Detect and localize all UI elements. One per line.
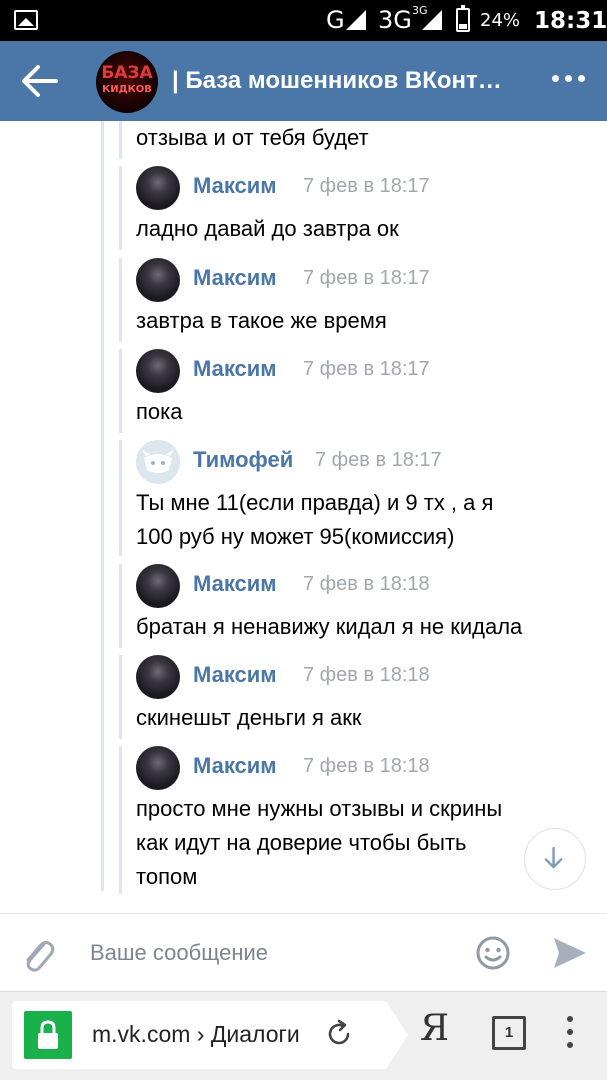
message-text: просто мне нужны отзывы и скрины как иду…	[136, 792, 502, 894]
avatar[interactable]	[136, 564, 180, 608]
status-bar: G 3G 3G 24% 18:31	[0, 0, 607, 41]
clock: 18:31	[534, 8, 607, 34]
message-author[interactable]: Максим	[193, 662, 277, 688]
message-text-line: как идут на доверие чтобы быть	[136, 830, 467, 855]
message-time: 7 фев в 18:18	[303, 573, 430, 595]
send-icon[interactable]	[550, 936, 588, 970]
message-author[interactable]: Максим	[193, 356, 277, 382]
message-author[interactable]: Максим	[193, 753, 277, 779]
message-item: Максим 7 фев в 18:18 скинешьт деньги я а…	[119, 655, 599, 739]
message-time: 7 фев в 18:18	[303, 755, 430, 777]
message-text: пока	[136, 399, 183, 424]
browser-bar: m.vk.com › Диалоги Я 1	[0, 991, 607, 1080]
message-input[interactable]	[90, 936, 450, 970]
back-arrow-icon[interactable]	[20, 63, 60, 99]
message-item: Максим 7 фев в 18:18 братан я ненавижу к…	[119, 564, 599, 648]
chat-title[interactable]: | База мошенников ВКонт…	[172, 67, 502, 95]
message-text: скинешьт деньги я акк	[136, 705, 362, 730]
avatar[interactable]	[136, 349, 180, 393]
avatar-text-top: БАЗА	[101, 63, 153, 83]
message-author[interactable]: Тимофей	[193, 447, 293, 473]
emoji-icon[interactable]	[474, 934, 512, 972]
avatar[interactable]	[136, 166, 180, 210]
battery-icon	[456, 5, 470, 32]
message-list[interactable]: отзыва и от тебя будет Максим 7 фев в 18…	[0, 121, 607, 913]
message-item: Максим 7 фев в 18:17 завтра в такое же в…	[119, 258, 599, 342]
message-text: братан я ненавижу кидал я не кидала	[136, 614, 523, 639]
avatar[interactable]	[136, 655, 180, 699]
message-author[interactable]: Максим	[193, 571, 277, 597]
group-avatar[interactable]: БАЗА КИДКОВ	[96, 51, 158, 113]
avatar[interactable]	[136, 746, 180, 790]
signal-icon	[346, 10, 366, 30]
more-options-icon[interactable]	[552, 73, 586, 87]
message-time: 7 фев в 18:17	[303, 175, 430, 197]
yandex-icon[interactable]: Я	[420, 1008, 449, 1049]
url-text[interactable]: m.vk.com › Диалоги	[92, 1021, 312, 1048]
message-time: 7 фев в 18:17	[303, 358, 430, 380]
message-author[interactable]: Максим	[193, 265, 277, 291]
message-item: Максим 7 фев в 18:17 пока	[119, 349, 599, 433]
avatar-text-bottom: КИДКОВ	[102, 84, 152, 95]
avatar[interactable]	[136, 440, 180, 484]
tabs-counter-button[interactable]: 1	[492, 1016, 526, 1050]
signal-icon-2	[422, 10, 442, 30]
network-type: G	[326, 6, 345, 34]
arrow-down-icon	[544, 846, 563, 869]
message-item: Тимофей 7 фев в 18:17 Ты мне 11(если пра…	[119, 440, 599, 556]
message-text: Ты мне 11(если правда) и 9 тх , а я 100 …	[136, 486, 493, 554]
message-composer	[0, 913, 607, 991]
lock-icon	[24, 1011, 72, 1059]
message-item: Максим 7 фев в 18:17 ладно давай до завт…	[119, 166, 599, 250]
message-time: 7 фев в 18:17	[303, 267, 430, 289]
message-text: завтра в такое же время	[136, 308, 387, 333]
battery-percent: 24%	[480, 10, 521, 31]
forward-thread-line	[101, 121, 104, 891]
message-text-line: Ты мне 11(если правда) и 9 тх , а я	[136, 490, 494, 515]
avatar[interactable]	[136, 258, 180, 302]
message-text: отзыва и от тебя будет	[136, 125, 369, 150]
message-fragment: отзыва и от тебя будет	[119, 121, 599, 159]
image-notification-icon	[14, 10, 38, 30]
address-bar[interactable]: m.vk.com › Диалоги	[12, 1001, 408, 1069]
message-text-line: просто мне нужны отзывы и скрины	[136, 796, 503, 821]
message-author[interactable]: Максим	[193, 173, 277, 199]
message-time: 7 фев в 18:17	[315, 449, 442, 471]
reload-icon[interactable]	[324, 1019, 354, 1049]
message-text-line: топом	[136, 864, 198, 889]
message-text-line: 100 руб ну может 95(комиссия)	[136, 524, 455, 549]
app-header: БАЗА КИДКОВ | База мошенников ВКонт…	[0, 41, 607, 121]
message-text: ладно давай до завтра ок	[136, 216, 399, 241]
attach-icon[interactable]	[20, 934, 56, 974]
scroll-down-button[interactable]	[524, 828, 586, 890]
browser-menu-icon[interactable]	[566, 1016, 576, 1056]
network-type-3g: 3G	[378, 6, 412, 34]
message-time: 7 фев в 18:18	[303, 664, 430, 686]
default-avatar-icon	[136, 440, 180, 484]
